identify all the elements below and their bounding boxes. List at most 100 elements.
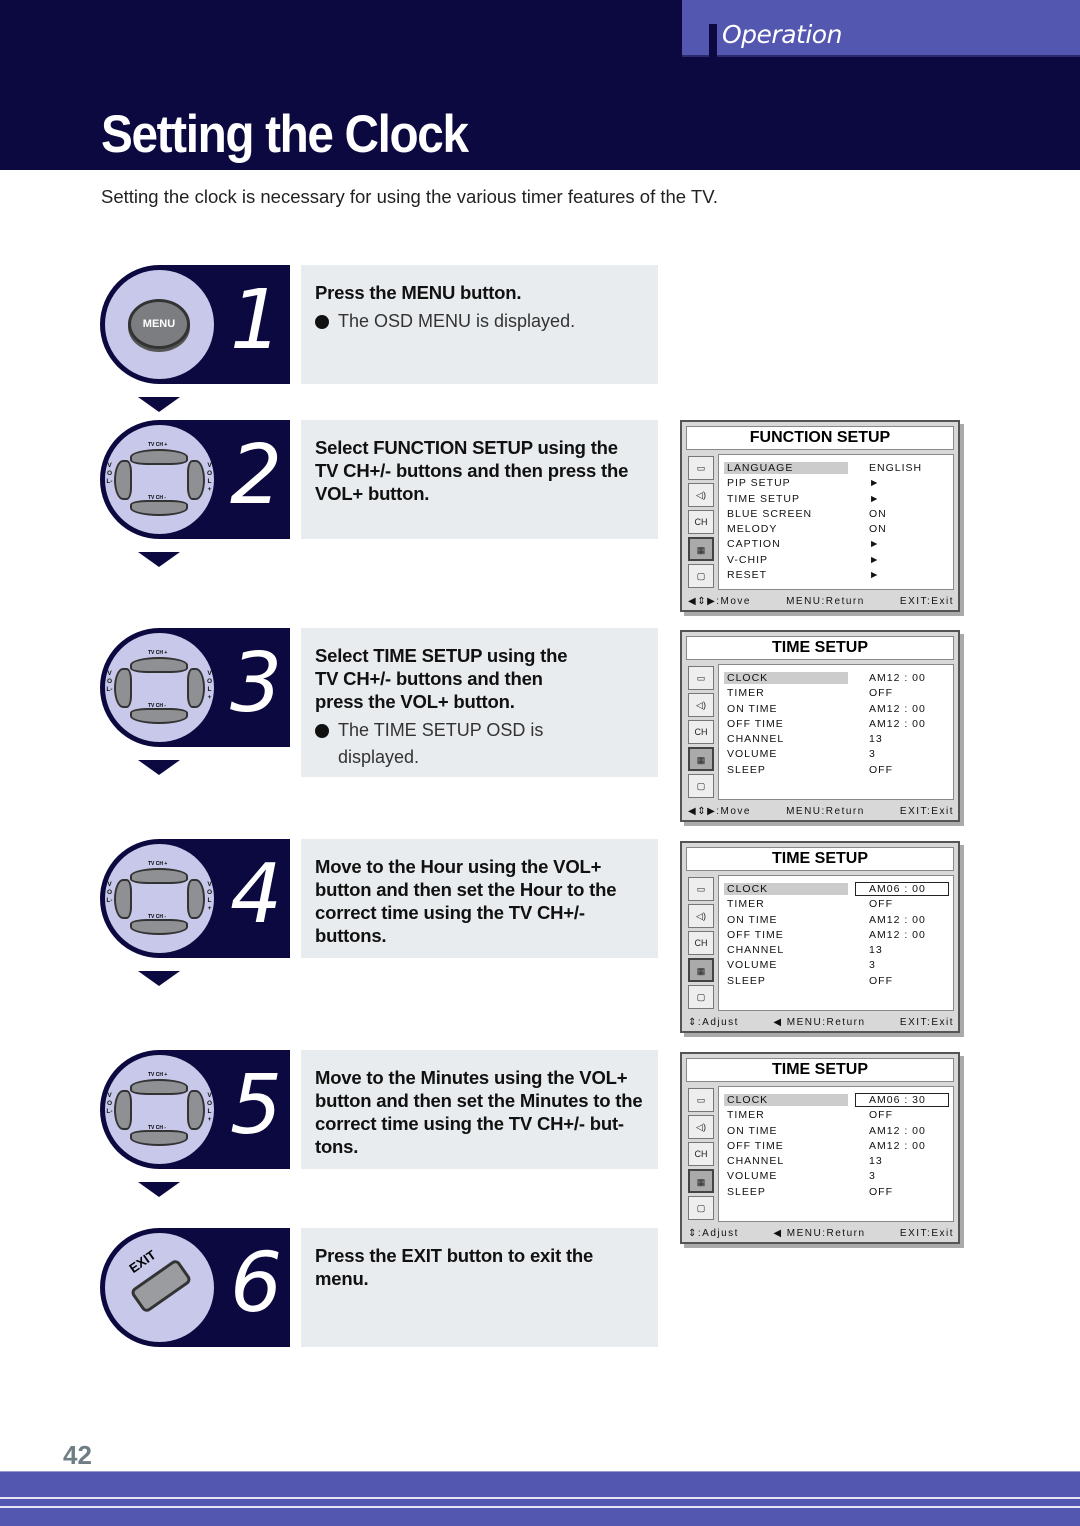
osd-row-label: VOLUME xyxy=(727,959,778,972)
osd-row-value: 13 xyxy=(869,944,883,957)
osd-row-value: 13 xyxy=(869,1155,883,1168)
section-label: Operation xyxy=(722,20,842,49)
osd-row: CHANNEL 13 xyxy=(723,732,949,747)
step-number: 4 xyxy=(230,847,283,942)
osd-row-value: ENGLISH xyxy=(869,462,923,474)
vol-down-button xyxy=(114,668,132,708)
pc-icon: ▢ xyxy=(688,774,714,798)
vol-up-button xyxy=(187,668,205,708)
osd-row: RESET ► xyxy=(723,568,949,583)
osd-footer-hint: EXIT:Exit xyxy=(899,596,954,607)
tv-ch-down-button xyxy=(130,1130,188,1146)
tv-ch-up-button xyxy=(130,657,188,673)
osd-row-value: OFF xyxy=(869,1185,893,1198)
antenna-channel-icon: CH xyxy=(688,720,714,744)
step-bullet: The OSD MENU is displayed. xyxy=(315,308,644,335)
osd-row-label: OFF TIME xyxy=(727,928,784,941)
osd-footer-hint: ⇕:Adjust xyxy=(688,1228,739,1239)
dpad-label-left: VOL- xyxy=(106,1092,113,1115)
step-text: Press the MENU button. xyxy=(315,282,522,303)
osd-row-value: OFF xyxy=(869,763,893,776)
osd-row-value: AM12 : 00 xyxy=(869,913,926,926)
osd-footer-hint: MENU:Return xyxy=(786,806,865,817)
osd-row-label: SLEEP xyxy=(727,1185,766,1198)
osd-menu-list: CLOCK AM06 : 00 TIMER OFF ON TIME AM12 : 00 OF… xyxy=(718,875,954,1011)
step-bullet: The TIME SETUP OSD is displayed. xyxy=(315,717,644,771)
step-number: 2 xyxy=(230,428,283,523)
tv-picture-icon: ▭ xyxy=(688,877,714,901)
step-text: Press the EXIT button to exit the menu. xyxy=(315,1245,594,1289)
osd-row-label: CAPTION xyxy=(727,538,781,551)
osd-footer: ⇕:Adjust ◀ MENU:Return EXIT:Exit xyxy=(688,1017,954,1028)
osd-row-label: TIMER xyxy=(727,687,765,700)
antenna-channel-icon: CH xyxy=(688,931,714,955)
osd-footer: ⇕:Adjust ◀ MENU:Return EXIT:Exit xyxy=(688,1228,954,1239)
osd-row: CLOCK AM06 : 30 xyxy=(723,1093,949,1108)
step-text: Move to the Hour using the VOL+ button a… xyxy=(315,856,617,946)
dpad-label-left: VOL- xyxy=(106,881,113,904)
osd-row-label: RESET xyxy=(727,569,768,582)
osd-side-icons: ▭ ◁) CH ▦ ▢ xyxy=(686,454,716,588)
step-instruction: Move to the Minutes using the VOL+ butto… xyxy=(301,1050,658,1169)
osd-menu-list: CLOCK AM12 : 00 TIMER OFF ON TIME AM12 : 00 OF… xyxy=(718,664,954,800)
dpad-label-top: TV CH + xyxy=(148,650,168,656)
osd-side-icons: ▭ ◁) CH ▦ ▢ xyxy=(686,1086,716,1220)
osd-row-label: OFF TIME xyxy=(727,717,784,730)
osd-row-label: ON TIME xyxy=(727,1124,778,1137)
dpad-icon: TV CH + TV CH - VOL- VOL+ xyxy=(100,839,219,958)
down-arrow-icon xyxy=(138,760,180,775)
osd-row: ON TIME AM12 : 00 xyxy=(723,913,949,928)
osd-side-icons: ▭ ◁) CH ▦ ▢ xyxy=(686,664,716,798)
osd-row-value: ► xyxy=(869,538,881,551)
osd-row-value: ► xyxy=(869,492,881,505)
osd-row-value: 13 xyxy=(869,733,883,746)
osd-row: CHANNEL 13 xyxy=(723,1154,949,1169)
osd-row-value: ON xyxy=(869,507,887,520)
osd-row-value: OFF xyxy=(869,974,893,987)
step-number: 6 xyxy=(230,1236,283,1331)
osd-footer-hint: ◀⇕▶:Move xyxy=(688,806,751,817)
osd-row: CLOCK AM12 : 00 xyxy=(723,671,949,686)
osd-row: CHANNEL 13 xyxy=(723,943,949,958)
osd-footer-hint: EXIT:Exit xyxy=(899,1017,954,1028)
osd-row-label: VOLUME xyxy=(727,1170,778,1183)
step-number: 5 xyxy=(230,1058,283,1153)
osd-row-label: TIMER xyxy=(727,898,765,911)
osd-footer: ◀⇕▶:Move MENU:Return EXIT:Exit xyxy=(688,596,954,607)
osd-row-label: MELODY xyxy=(727,523,778,536)
osd-row: CAPTION ► xyxy=(723,537,949,552)
step-instruction: Press the MENU button. The OSD MENU is di… xyxy=(301,265,658,384)
osd-panel-function-setup: FUNCTION SETUP ▭ ◁) CH ▦ ▢ LANGUAGE ENGLISH PIP … xyxy=(680,420,960,612)
step-instruction: Select TIME SETUP using the TV CH+/- but… xyxy=(301,628,658,777)
step-badge: TV CH + TV CH - VOL- VOL+ 2 xyxy=(100,420,290,539)
step-badge: EXIT 6 xyxy=(100,1228,290,1347)
osd-menu-list: LANGUAGE ENGLISH PIP SETUP ► TIME SETUP ► BLUE… xyxy=(718,454,954,590)
dpad-icon: TV CH + TV CH - VOL- VOL+ xyxy=(100,420,219,539)
osd-row-value: OFF xyxy=(869,687,893,700)
tv-picture-icon: ▭ xyxy=(688,666,714,690)
dpad-label-top: TV CH + xyxy=(148,861,168,867)
osd-footer-hint: ◀⇕▶:Move xyxy=(688,596,751,607)
tv-ch-down-button xyxy=(130,919,188,935)
pc-icon: ▢ xyxy=(688,1196,714,1220)
vol-down-button xyxy=(114,879,132,919)
osd-footer-hint: EXIT:Exit xyxy=(899,806,954,817)
osd-footer-hint: ◀ MENU:Return xyxy=(773,1017,866,1028)
osd-row: TIME SETUP ► xyxy=(723,492,949,507)
osd-row-label: ON TIME xyxy=(727,702,778,715)
osd-side-icons: ▭ ◁) CH ▦ ▢ xyxy=(686,875,716,1009)
osd-row-value: AM12 : 00 xyxy=(869,672,926,684)
osd-row-label: CHANNEL xyxy=(727,1155,785,1168)
dpad-icon: TV CH + TV CH - VOL- VOL+ xyxy=(100,1050,219,1169)
tv-ch-down-button xyxy=(130,500,188,516)
dpad-icon: TV CH + TV CH - VOL- VOL+ xyxy=(100,628,219,747)
osd-row: OFF TIME AM12 : 00 xyxy=(723,717,949,732)
vol-down-button xyxy=(114,1090,132,1130)
osd-panel-time-setup: TIME SETUP ▭ ◁) CH ▦ ▢ CLOCK AM12 : 00 TIMER OFF O… xyxy=(680,630,960,822)
speaker-sound-icon: ◁) xyxy=(688,1115,714,1139)
osd-title: TIME SETUP xyxy=(686,847,954,871)
osd-row-label: BLUE SCREEN xyxy=(727,507,813,520)
osd-row-label: CLOCK xyxy=(724,883,848,895)
osd-row-label: LANGUAGE xyxy=(724,462,848,474)
down-arrow-icon xyxy=(138,971,180,986)
